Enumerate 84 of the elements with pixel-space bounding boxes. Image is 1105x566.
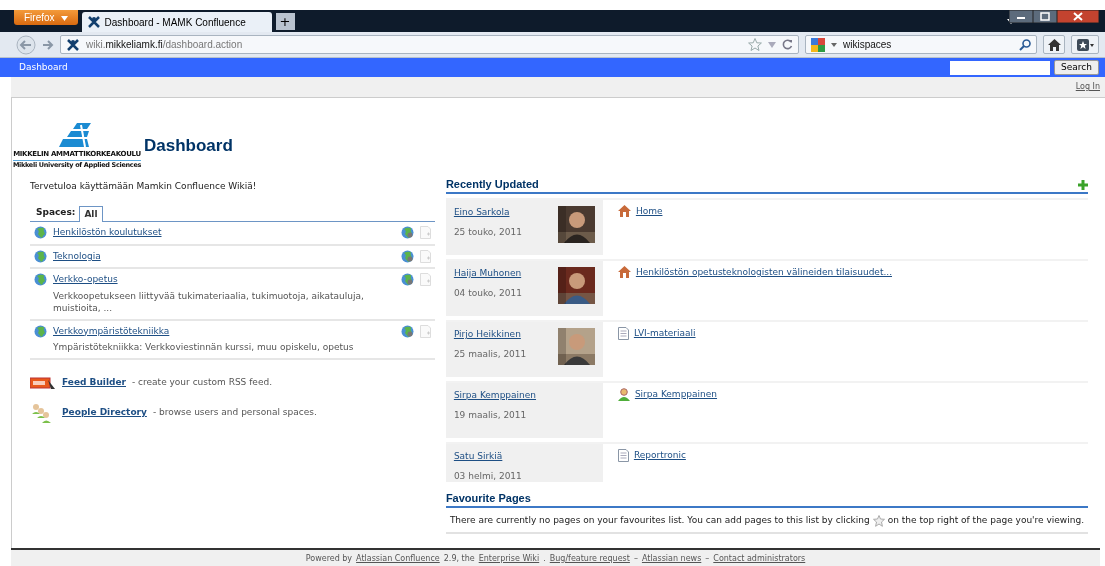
footer-link[interactable]: Enterprise Wiki	[478, 552, 540, 565]
confluence-icon	[86, 15, 101, 29]
globe-icon	[34, 226, 47, 239]
restore-icon[interactable]	[1033, 10, 1057, 23]
user-link[interactable]: Sirpa Kemppainen	[453, 390, 537, 401]
footer-text: Powered by	[305, 552, 353, 565]
footer-text: 2.9, the	[443, 552, 475, 565]
page-icon	[617, 449, 629, 463]
login-link[interactable]: Log In	[1075, 81, 1100, 93]
favourites-text: There are currently no pages on your favourites list. You can add pages to this list by clicking	[449, 514, 870, 528]
globe-icon	[34, 249, 47, 263]
search-field[interactable]	[950, 60, 1051, 75]
welcome-text: Tervetuloa käyttämään Mamkin Confluence Wikiä!	[30, 180, 258, 193]
footer-link[interactable]: Contact administrators	[713, 552, 806, 565]
globe-icon	[34, 324, 47, 338]
watch-icon[interactable]	[400, 273, 414, 286]
page-link[interactable]: Reportronic	[633, 449, 686, 463]
section-title: Recently Updated	[445, 178, 539, 192]
footer-text: .	[543, 552, 546, 565]
feed-builder-link[interactable]: Feed Builder	[62, 376, 126, 390]
footer-text: –	[705, 552, 710, 565]
bookmarks-button[interactable]	[1071, 35, 1099, 54]
section-title: Favourite Pages	[445, 492, 531, 506]
footer-link[interactable]: Atlassian Confluence	[356, 552, 440, 565]
page-title: Dashboard	[144, 135, 233, 157]
home-button[interactable]	[1043, 35, 1065, 54]
star-icon	[872, 515, 885, 528]
space-link[interactable]: Verkko-opetus	[53, 274, 118, 284]
confluence-icon	[66, 37, 80, 52]
breadcrumb-link[interactable]: Dashboard	[19, 60, 68, 75]
space-description: Verkkoopetukseen liittyvää tukimateriaalia, tukimuotoja, aikatauluja, muistioita, ...	[53, 289, 365, 315]
watch-icon[interactable]	[400, 324, 414, 338]
people-directory-link[interactable]: People Directory	[62, 406, 147, 420]
space-link[interactable]: Verkkoympäristötekniikka	[53, 325, 170, 336]
search-button[interactable]: Search	[1054, 60, 1099, 75]
update-date: 19 maalis, 2011	[453, 408, 528, 422]
star-icon[interactable]	[748, 38, 762, 51]
globe-icon	[34, 273, 47, 286]
caret-icon	[60, 15, 68, 21]
minimize-icon[interactable]	[1009, 10, 1033, 23]
user-link[interactable]: Eino Sarkola	[453, 207, 510, 218]
address-field[interactable]: wiki.mikkeliamk.fi/dashboard.action	[60, 35, 799, 54]
page-link[interactable]: Home	[635, 205, 663, 219]
forward-icon[interactable]	[42, 38, 54, 51]
favourites-text: on the top right of the page you're viewing.	[887, 514, 1084, 528]
link-description: - create your custom RSS feed.	[132, 376, 272, 390]
house-icon	[617, 205, 631, 218]
space-link[interactable]: Henkilöstön koulutukset	[53, 227, 162, 237]
update-date: 25 touko, 2011	[453, 225, 522, 239]
watch-icon[interactable]	[400, 226, 414, 239]
space-description: Ympäristötekniikka: Verkkoviestinnän kurssi, muu opiskelu, opetus	[53, 341, 355, 354]
update-date: 03 helmi, 2011	[453, 469, 522, 483]
page-link[interactable]: Henkilöstön opetusteknologisten välineiden tilaisuudet...	[635, 266, 892, 280]
user-link[interactable]: Satu Sirkiä	[453, 451, 503, 462]
caret-icon	[831, 42, 837, 47]
footer-text: –	[633, 552, 638, 565]
search-engine-field[interactable]: wikispaces	[805, 35, 1037, 54]
spaces-tab[interactable]: All	[79, 205, 103, 222]
link-description: - browse users and personal spaces.	[152, 406, 317, 420]
reload-icon[interactable]	[782, 39, 793, 50]
add-icon[interactable]	[1078, 179, 1088, 190]
footer-link[interactable]: Atlassian news	[641, 552, 702, 565]
update-date: 25 maalis, 2011	[453, 347, 527, 361]
home-icon	[1047, 38, 1061, 51]
spaces-label: Spaces:	[36, 205, 76, 219]
update-date: 04 touko, 2011	[453, 286, 522, 300]
space-link[interactable]: Teknologia	[53, 250, 101, 261]
user-link[interactable]: Haija Muhonen	[453, 268, 522, 279]
browser-tab[interactable]: Dashboard - MAMK Confluence	[81, 12, 272, 32]
house-icon	[617, 266, 631, 279]
watch-icon[interactable]	[400, 249, 414, 263]
page-icon	[617, 327, 629, 341]
page-link[interactable]: LVI-materiaali	[633, 327, 696, 341]
user-link[interactable]: Pirjo Heikkinen	[453, 329, 521, 340]
close-icon[interactable]	[1057, 10, 1099, 23]
back-icon[interactable]	[16, 34, 36, 55]
rss-feed-icon	[30, 375, 56, 390]
new-tab-button[interactable]: +	[275, 13, 295, 30]
bookmark-star-icon	[1076, 38, 1094, 51]
page-link[interactable]: Sirpa Kemppainen	[634, 388, 718, 402]
user-icon	[617, 388, 630, 402]
search-engine-icon	[811, 37, 825, 52]
footer-link[interactable]: Bug/feature request	[549, 552, 630, 565]
search-icon[interactable]	[1019, 38, 1031, 51]
